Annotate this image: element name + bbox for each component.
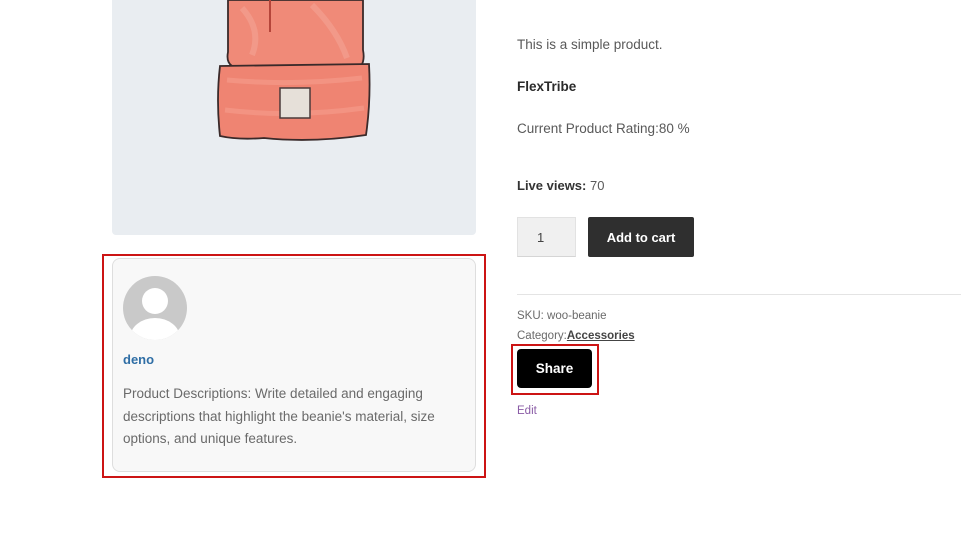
live-views: Live views: 70 [517,178,604,193]
product-image[interactable] [112,0,476,235]
product-short-description: This is a simple product. [517,37,663,52]
sku-value: woo-beanie [547,310,607,322]
edit-link[interactable]: Edit [517,405,537,417]
category-label: Category: [517,330,567,342]
quantity-input[interactable] [517,217,576,257]
share-button[interactable]: Share [517,349,592,388]
author-card-highlight [102,254,486,478]
divider [517,294,961,295]
product-sku: SKU: woo-beanie [517,310,607,322]
product-category: Category:Accessories [517,330,635,342]
product-brand: FlexTribe [517,79,577,94]
category-link[interactable]: Accessories [567,330,635,342]
live-views-value: 70 [590,178,605,193]
beanie-illustration [217,0,371,141]
product-rating: Current Product Rating:80 % [517,121,690,136]
sku-label: SKU: [517,310,544,322]
live-views-label: Live views: [517,178,587,193]
add-to-cart-button[interactable]: Add to cart [588,217,694,257]
